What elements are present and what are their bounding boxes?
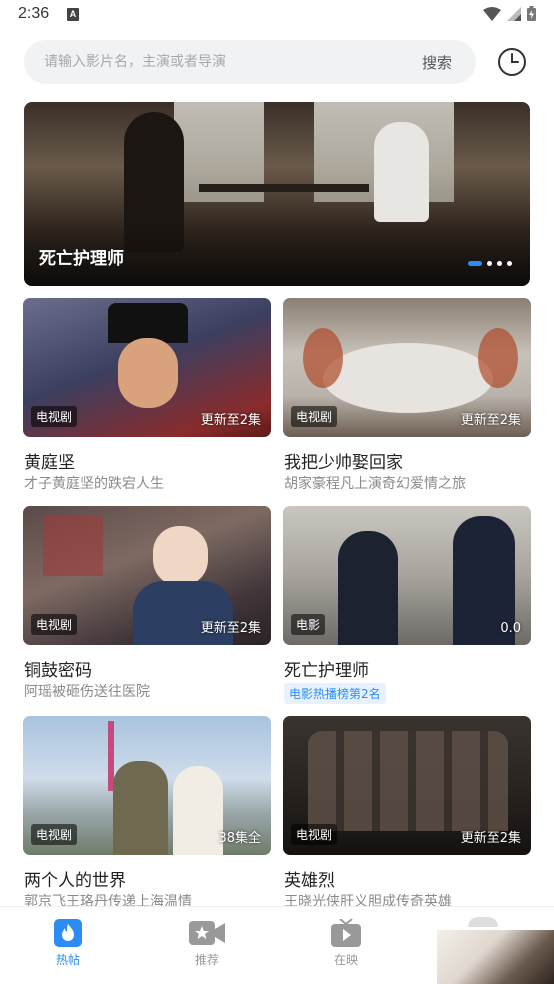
thumb-cast: [308, 731, 508, 831]
rating-score: 0.0: [500, 621, 521, 636]
category-tag: 电视剧: [291, 824, 338, 845]
video-title: 我把少帅娶回家: [284, 453, 403, 473]
video-thumbnail: 电视剧 38集全: [23, 716, 271, 855]
category-tag: 电视剧: [31, 614, 78, 635]
video-thumbnail: 电视剧 更新至2集: [283, 298, 531, 437]
update-status: 更新至2集: [460, 831, 521, 846]
video-description: 才子黄庭坚的跌宕人生: [24, 476, 164, 492]
status-bar: 2:36 A: [0, 0, 554, 30]
tab-recommend[interactable]: 推荐: [167, 919, 247, 968]
featured-banner[interactable]: 死亡护理师: [24, 102, 530, 286]
thumb-hat: [108, 303, 188, 343]
search-bar: 搜索: [24, 40, 476, 84]
thumb-flowers: [478, 328, 518, 388]
video-title: 英雄烈: [284, 871, 335, 891]
thumb-sign: [43, 516, 103, 576]
video-card[interactable]: 电视剧 更新至2集 铜鼓密码 阿瑶被砸伤送往医院: [23, 506, 271, 700]
carousel-dot-active: [468, 261, 482, 266]
history-button[interactable]: [496, 46, 528, 78]
video-card[interactable]: 电视剧 38集全 两个人的世界 郭京飞王珞丹传递上海温情: [23, 716, 271, 910]
carousel-indicator: [468, 261, 512, 266]
video-description: 胡家豪程凡上演奇幻爱情之旅: [284, 476, 466, 492]
video-card[interactable]: 电视剧 更新至2集 英雄烈 王晓光侠肝义胆成传奇英雄: [283, 716, 531, 910]
video-card[interactable]: 电影 0.0 死亡护理师 电影热播榜第2名: [283, 506, 531, 704]
video-description: 阿瑶被砸伤送往医院: [24, 684, 150, 700]
thumb-bed: [323, 343, 493, 413]
tab-now-showing[interactable]: 在映: [306, 919, 386, 968]
category-tag: 电影: [291, 614, 326, 635]
update-status: 38集全: [218, 831, 261, 846]
tab-label: 在映: [333, 953, 358, 967]
thumb-figure: [173, 766, 223, 855]
update-status: 更新至2集: [200, 413, 261, 428]
category-tag: 电视剧: [31, 406, 78, 427]
search-input[interactable]: [44, 50, 394, 74]
video-title: 死亡护理师: [284, 661, 369, 681]
tab-hot-posts[interactable]: 热帖: [28, 919, 108, 968]
video-title: 黄庭坚: [24, 453, 75, 473]
banner-title: 死亡护理师: [39, 249, 124, 269]
carousel-dot: [497, 261, 502, 266]
video-thumbnail: 电视剧 更新至2集: [23, 298, 271, 437]
flame-icon: [54, 919, 82, 947]
banner-table: [199, 184, 369, 192]
video-thumbnail: 电影 0.0: [283, 506, 531, 645]
thumb-face: [153, 526, 208, 586]
category-tag: 电视剧: [31, 824, 78, 845]
banner-figure: [374, 122, 429, 222]
search-button[interactable]: 搜索: [422, 52, 452, 73]
signal-icon: [507, 6, 521, 21]
thumb-face: [118, 338, 178, 408]
ranking-badge: 电影热播榜第2名: [284, 683, 386, 704]
update-status: 更新至2集: [200, 621, 261, 636]
status-icons: [483, 6, 536, 21]
category-tag: 电视剧: [291, 406, 338, 427]
thumb-figure: [113, 761, 168, 855]
video-thumbnail: 电视剧 更新至2集: [23, 506, 271, 645]
video-star-icon: [189, 921, 225, 945]
clock-icon: [498, 48, 526, 76]
wifi-icon: [483, 6, 501, 21]
tab-label: 热帖: [55, 953, 80, 967]
notification-icon: A: [67, 8, 79, 21]
video-card[interactable]: 电视剧 更新至2集 黄庭坚 才子黄庭坚的跌宕人生: [23, 298, 271, 492]
tv-play-icon: [331, 919, 361, 947]
video-thumbnail: 电视剧 更新至2集: [283, 716, 531, 855]
tab-label: 推荐: [194, 953, 219, 967]
status-time: 2:36: [18, 5, 50, 22]
overlay-image: [437, 930, 554, 984]
thumb-figure: [338, 531, 398, 645]
profile-icon[interactable]: [468, 917, 498, 927]
battery-icon: [527, 6, 536, 21]
video-card[interactable]: 电视剧 更新至2集 我把少帅娶回家 胡家豪程凡上演奇幻爱情之旅: [283, 298, 531, 492]
thumb-flowers: [303, 328, 343, 388]
video-title: 两个人的世界: [24, 871, 126, 891]
carousel-dot: [507, 261, 512, 266]
video-title: 铜鼓密码: [24, 661, 92, 681]
update-status: 更新至2集: [460, 413, 521, 428]
carousel-dot: [487, 261, 492, 266]
